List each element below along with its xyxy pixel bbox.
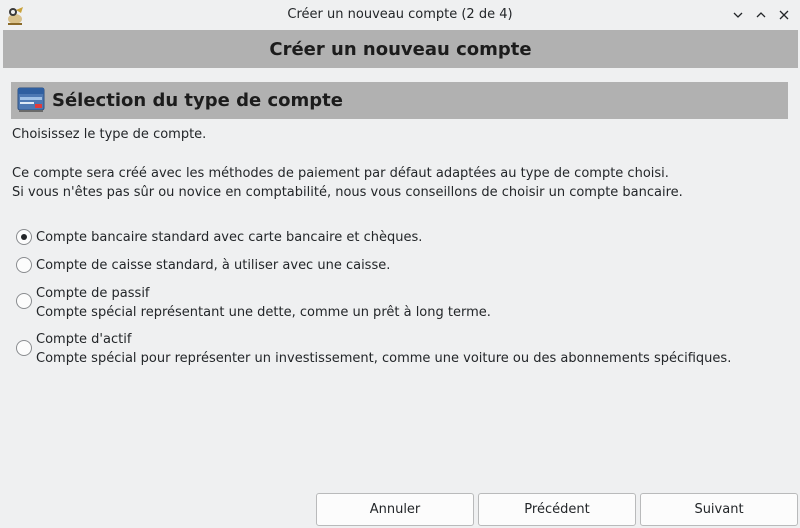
radio-description-asset[interactable]: Compte spécial pour représenter un inves…	[36, 351, 731, 366]
cancel-button[interactable]: Annuler	[316, 493, 474, 526]
intro-instruction: Choisissez le type de compte.	[12, 127, 207, 142]
minimize-icon[interactable]	[729, 6, 747, 24]
window-titlebar: Créer un nouveau compte (2 de 4)	[0, 0, 800, 30]
radio-label-liability[interactable]: Compte de passif	[36, 286, 150, 301]
section-header: Sélection du type de compte	[11, 82, 788, 119]
radio-label-cash[interactable]: Compte de caisse standard, à utiliser av…	[36, 258, 390, 273]
radio-label-bank[interactable]: Compte bancaire standard avec carte banc…	[36, 230, 422, 245]
section-title: Sélection du type de compte	[52, 90, 343, 111]
account-card-icon	[17, 87, 45, 112]
radio-button-asset[interactable]	[16, 340, 32, 356]
maximize-icon[interactable]	[752, 6, 770, 24]
banner-title: Créer un nouveau compte	[269, 38, 532, 60]
radio-label-asset[interactable]: Compte d'actif	[36, 332, 131, 347]
window-title: Créer un nouveau compte (2 de 4)	[287, 7, 513, 22]
radio-button-cash[interactable]	[16, 257, 32, 273]
radio-description-liability[interactable]: Compte spécial représentant une dette, c…	[36, 305, 491, 320]
radio-button-bank[interactable]	[16, 229, 32, 245]
previous-button[interactable]: Précédent	[478, 493, 636, 526]
intro-advice: Si vous n'êtes pas sûr ou novice en comp…	[12, 185, 683, 200]
close-icon[interactable]	[775, 6, 793, 24]
next-button[interactable]: Suivant	[640, 493, 798, 526]
radio-button-liability[interactable]	[16, 293, 32, 309]
intro-explanation: Ce compte sera créé avec les méthodes de…	[12, 166, 669, 181]
assistant-banner: Créer un nouveau compte	[3, 30, 798, 68]
